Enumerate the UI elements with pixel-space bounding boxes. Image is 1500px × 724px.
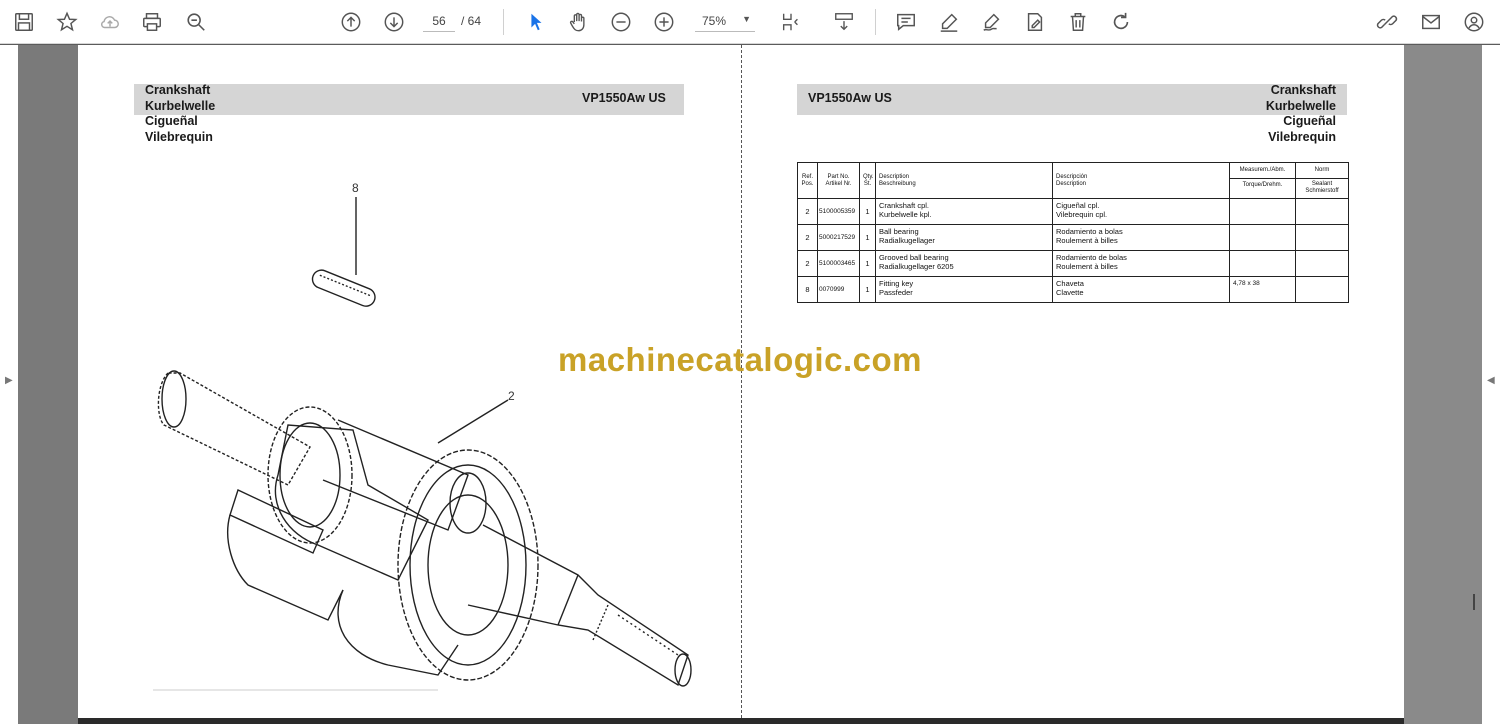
cell-measurement — [1229, 224, 1296, 251]
title-line: Cigueñal — [145, 114, 198, 128]
cell-description-en: Grooved ball bearing Radialkugellager 620… — [875, 250, 1053, 277]
header-norm: Norm Sealant Schmierstoff — [1295, 162, 1349, 199]
cell-measurement — [1229, 198, 1296, 225]
cloud-upload-icon[interactable] — [95, 7, 125, 37]
email-icon[interactable] — [1416, 7, 1446, 37]
title-line: Kurbelwelle — [145, 98, 216, 113]
select-pointer-icon[interactable] — [521, 7, 551, 37]
cell-description-en: Fitting key Passfeder — [875, 276, 1053, 303]
toolbar: / 64 75% ▼ — [0, 0, 1500, 44]
title-line: Kurbelwelle — [1265, 98, 1336, 113]
fitting-key-part — [311, 269, 376, 307]
title-line: Vilebrequin — [145, 129, 213, 144]
print-icon[interactable] — [137, 7, 167, 37]
cell-qty: 1 — [859, 276, 876, 303]
header-qty: Qty. St. — [859, 162, 876, 199]
table-header-row: Ref. Pos. Part No. Artikel Nr. Qty. St. Des… — [797, 162, 1349, 199]
cell-description-en: Crankshaft cpl. Kurbelwelle kpl. — [875, 198, 1053, 225]
previous-page-icon[interactable] — [336, 7, 366, 37]
cell-ref: 8 — [797, 276, 818, 303]
table-row: 8 0070999 1 Fitting key Passfeder Chaveta… — [797, 276, 1349, 303]
table-row: 2 5100003465 1 Grooved ball bearing Radia… — [797, 250, 1349, 277]
cell-norm — [1295, 276, 1349, 303]
bookmark-star-icon[interactable] — [52, 7, 82, 37]
save-icon[interactable] — [9, 7, 39, 37]
account-icon[interactable] — [1459, 7, 1489, 37]
header-part-no: Part No. Artikel Nr. — [817, 162, 860, 199]
document-page-spread: Crankshaft Kurbelwelle Cigueñal Vilebreq… — [78, 45, 1404, 718]
title-line: Crankshaft — [1270, 83, 1336, 97]
left-panel-collapsed[interactable]: ▶ — [0, 45, 18, 724]
chevron-down-icon: ▼ — [742, 14, 751, 24]
scrollbar-thumb[interactable] — [1473, 594, 1475, 610]
cell-qty: 1 — [859, 224, 876, 251]
page-fold-line — [741, 45, 742, 718]
zoom-search-icon[interactable] — [181, 7, 211, 37]
table-row: 2 5000217529 1 Ball bearing Radialkugella… — [797, 224, 1349, 251]
toolbar-divider — [503, 9, 504, 35]
page-total: / 64 — [461, 14, 482, 28]
cell-part-no: 0070999 — [817, 276, 860, 303]
comment-icon[interactable] — [891, 7, 921, 37]
left-page-title: Crankshaft Kurbelwelle Cigueñal Vilebreq… — [145, 83, 215, 145]
right-model-label: VP1550Aw US — [808, 91, 892, 105]
cell-norm — [1295, 198, 1349, 225]
cell-measurement — [1229, 250, 1296, 277]
zoom-out-icon[interactable] — [606, 7, 636, 37]
watermark-text: machinecatalogic.com — [558, 341, 922, 378]
crankshaft-drawing — [153, 197, 692, 691]
cell-norm — [1295, 224, 1349, 251]
right-page-title: Crankshaft Kurbelwelle Cigueñal Vilebreq… — [1266, 83, 1336, 145]
share-link-icon[interactable] — [1372, 7, 1402, 37]
left-model-label: VP1550Aw US — [582, 91, 666, 105]
viewer-background-left — [18, 45, 78, 724]
title-line: Vilebrequin — [1268, 129, 1336, 144]
cell-description-en: Ball bearing Radialkugellager — [875, 224, 1053, 251]
page-bottom-edge — [78, 718, 1404, 724]
cell-part-no: 5000217529 — [817, 224, 860, 251]
scrolling-mode-icon[interactable] — [829, 7, 859, 37]
header-ref: Ref. Pos. — [797, 162, 818, 199]
cell-qty: 1 — [859, 250, 876, 277]
toolbar-divider — [875, 9, 876, 35]
zoom-in-icon[interactable] — [649, 7, 679, 37]
highlight-pen-icon[interactable] — [934, 7, 964, 37]
page-number-input[interactable] — [423, 10, 455, 32]
cell-description-es: Rodamiento a bolas Roulement à billes — [1052, 224, 1230, 251]
parts-table: Ref. Pos. Part No. Artikel Nr. Qty. St. Des… — [797, 162, 1349, 303]
title-line: Crankshaft — [145, 83, 211, 97]
cell-description-es: Rodamiento de bolas Roulement à billes — [1052, 250, 1230, 277]
cell-part-no: 5100003465 — [817, 250, 860, 277]
zoom-level-value: 75% — [702, 14, 727, 28]
cell-ref: 2 — [797, 250, 818, 277]
zoom-level-select[interactable]: 75% ▼ — [695, 10, 755, 32]
leader-line — [437, 399, 509, 444]
cell-norm — [1295, 250, 1349, 277]
delete-trash-icon[interactable] — [1063, 7, 1093, 37]
cell-description-es: Chaveta Clavette — [1052, 276, 1230, 303]
hand-tool-icon[interactable] — [563, 7, 593, 37]
cell-measurement: 4,78 x 38 — [1229, 276, 1296, 303]
page-fit-icon[interactable] — [776, 7, 806, 37]
cell-description-es: Cigueñal cpl. Vilebrequin cpl. — [1052, 198, 1230, 225]
expand-right-panel-icon[interactable]: ◀ — [1487, 375, 1495, 386]
table-row: 2 5100005359 1 Crankshaft cpl. Kurbelwell… — [797, 198, 1349, 225]
right-panel-collapsed[interactable]: ◀ — [1482, 45, 1500, 724]
header-description-es: Descripción Description — [1052, 162, 1230, 199]
crankshaft-part — [157, 370, 692, 687]
viewer-background-right — [1404, 45, 1482, 724]
cell-qty: 1 — [859, 198, 876, 225]
draw-freehand-icon[interactable] — [977, 7, 1007, 37]
redo-icon[interactable] — [1106, 7, 1136, 37]
header-measurement: Measurem./Abm. Torque/Drehm. — [1229, 162, 1296, 199]
cell-ref: 2 — [797, 224, 818, 251]
cell-part-no: 5100005359 — [817, 198, 860, 225]
next-page-icon[interactable] — [379, 7, 409, 37]
fill-sign-icon[interactable] — [1020, 7, 1050, 37]
title-line: Cigueñal — [1283, 114, 1336, 128]
expand-left-panel-icon[interactable]: ▶ — [5, 375, 13, 386]
header-description-en: Description Beschreibung — [875, 162, 1053, 199]
cell-ref: 2 — [797, 198, 818, 225]
